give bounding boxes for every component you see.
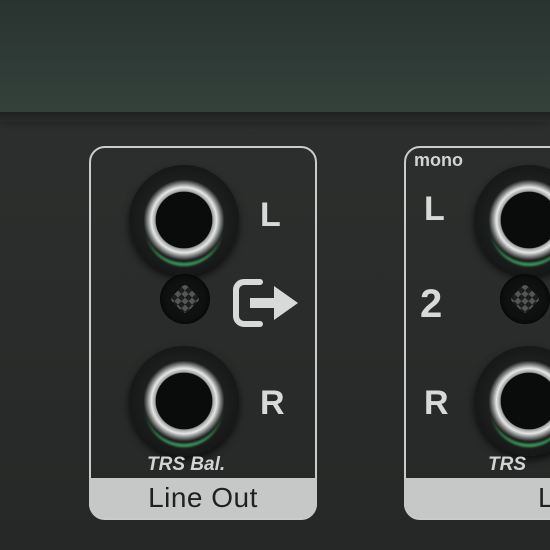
audio-interface-rear-panel: L R TRS Bal. Line Out mono L 2 R TRS Ba … bbox=[0, 0, 550, 550]
chassis-edge bbox=[0, 112, 550, 122]
line-out-left-jack[interactable] bbox=[129, 165, 239, 275]
channel-2-left-label: L bbox=[424, 190, 445, 228]
screw-head-pattern bbox=[169, 283, 201, 315]
top-chassis-panel bbox=[0, 0, 550, 114]
trs-balanced-label: TRS Bal. bbox=[147, 454, 226, 475]
channel-2-section-label: L bbox=[404, 478, 550, 518]
channel-2-right-label: R bbox=[424, 384, 449, 422]
line-out-right-jack[interactable] bbox=[129, 346, 239, 456]
channel-number: 2 bbox=[420, 282, 443, 326]
mounting-screw bbox=[160, 274, 210, 324]
line-out-section-label: Line Out bbox=[89, 478, 317, 518]
screw-head-pattern bbox=[509, 283, 541, 315]
line-out-right-label: R bbox=[260, 384, 285, 422]
output-arrow-icon bbox=[233, 279, 298, 327]
mounting-screw-right bbox=[500, 274, 550, 324]
line-out-left-label: L bbox=[260, 196, 281, 234]
mono-label: mono bbox=[414, 150, 463, 170]
